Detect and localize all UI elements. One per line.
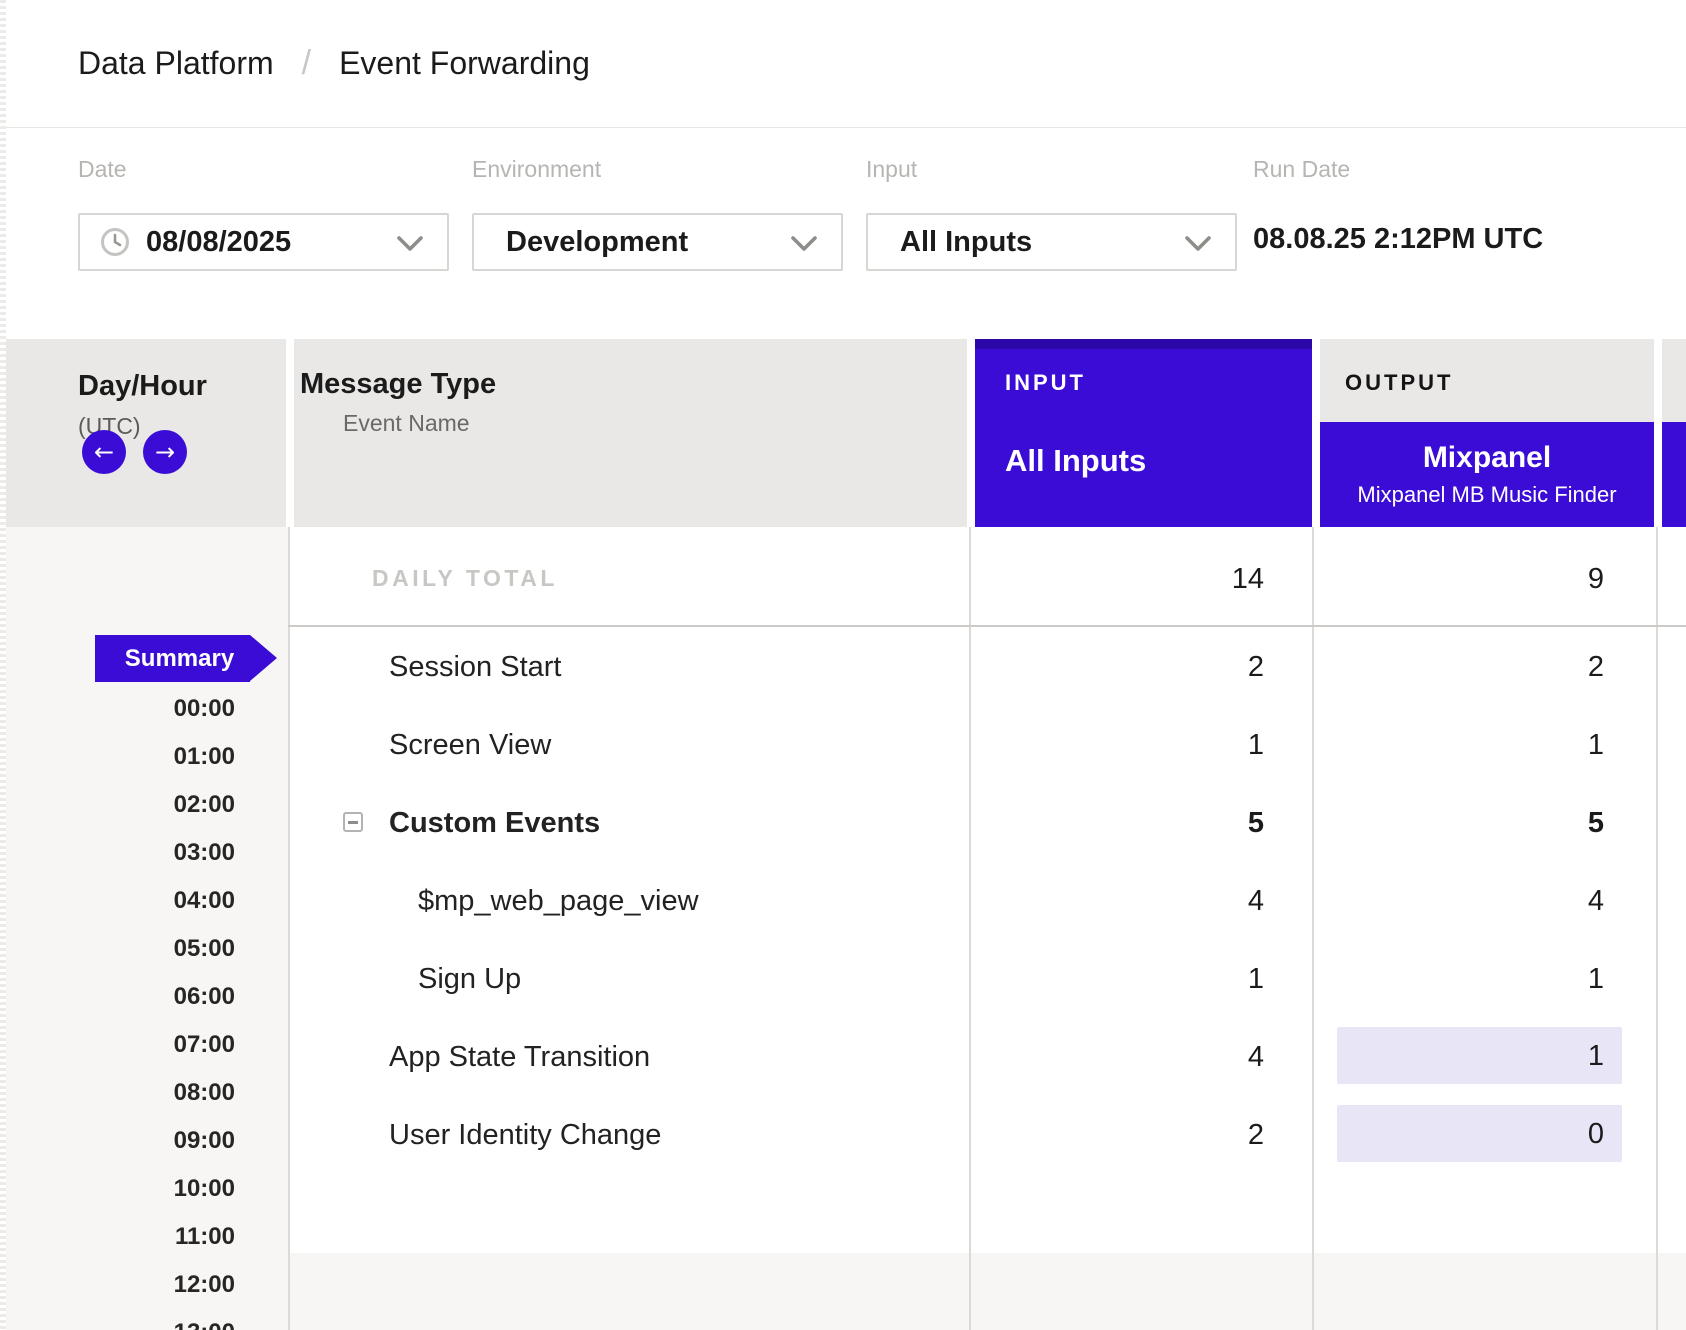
output-count: 0 bbox=[1484, 1118, 1604, 1151]
left-edge-scroll-track bbox=[0, 0, 6, 1330]
input-count: 2 bbox=[1112, 1119, 1264, 1152]
event-forwarding-page: Data Platform / Event Forwarding Date 08… bbox=[0, 0, 1686, 1330]
input-group-label: INPUT bbox=[1005, 370, 1086, 396]
hour-label[interactable]: 03:00 bbox=[0, 839, 235, 867]
input-dropdown[interactable]: All Inputs bbox=[866, 213, 1237, 271]
event-name: Custom Events bbox=[389, 807, 600, 840]
input-column-accent-strip bbox=[975, 339, 1312, 349]
message-type-header: Message Type bbox=[300, 368, 496, 401]
arrow-right-icon: → bbox=[155, 440, 175, 464]
daily-total-row: DAILY TOTAL 14 9 bbox=[288, 527, 1686, 627]
header-gap bbox=[1654, 339, 1662, 527]
output-column-name: Mixpanel bbox=[1423, 441, 1551, 475]
daily-total-output-value: 9 bbox=[1452, 563, 1604, 596]
hour-label[interactable]: 07:00 bbox=[0, 1031, 235, 1059]
highlighted-output-cell[interactable]: 0 bbox=[1337, 1105, 1622, 1162]
chevron-down-icon bbox=[1185, 236, 1211, 252]
header-gap bbox=[286, 339, 294, 527]
output-group-label: OUTPUT bbox=[1345, 370, 1453, 396]
output-count: 1 bbox=[1484, 1040, 1604, 1073]
filter-bar: Date 08/08/2025 Environment Development bbox=[0, 128, 1686, 339]
output-count: 2 bbox=[1452, 651, 1604, 684]
event-name: Session Start bbox=[389, 651, 561, 684]
table-body: DAILY TOTAL 14 9 Session Start 2 2 Scree… bbox=[0, 527, 1686, 1330]
environment-value: Development bbox=[506, 226, 688, 259]
breadcrumb-separator: / bbox=[302, 44, 311, 83]
event-name: User Identity Change bbox=[389, 1119, 661, 1152]
arrow-left-icon: ← bbox=[94, 440, 114, 464]
input-column-name: All Inputs bbox=[1005, 443, 1146, 479]
output-count: 1 bbox=[1452, 963, 1604, 996]
run-date-label: Run Date bbox=[1253, 156, 1350, 183]
next-output-column-partial[interactable] bbox=[1662, 422, 1686, 527]
environment-dropdown[interactable]: Development bbox=[472, 213, 843, 271]
hour-label[interactable]: 05:00 bbox=[0, 935, 235, 963]
hour-label[interactable]: 13:00 bbox=[0, 1319, 235, 1330]
input-filter-label: Input bbox=[866, 156, 917, 183]
chevron-down-icon bbox=[791, 236, 817, 252]
date-value: 08/08/2025 bbox=[146, 226, 291, 259]
day-hour-header: Day/Hour bbox=[78, 370, 207, 403]
hour-label[interactable]: 02:00 bbox=[0, 791, 235, 819]
hour-label[interactable]: 08:00 bbox=[0, 1079, 235, 1107]
header-gap bbox=[1312, 339, 1320, 527]
daily-total-input-value: 14 bbox=[1112, 563, 1264, 596]
environment-filter-label: Environment bbox=[472, 156, 601, 183]
hour-label[interactable]: 00:00 bbox=[0, 695, 235, 723]
event-name-subheader: Event Name bbox=[343, 410, 470, 437]
next-day-button[interactable]: → bbox=[143, 430, 187, 474]
summary-row-marker[interactable]: Summary bbox=[95, 635, 250, 682]
input-count: 5 bbox=[1112, 807, 1264, 840]
table-footer-band bbox=[288, 1253, 1686, 1330]
header-gap bbox=[967, 339, 975, 527]
previous-day-button[interactable]: ← bbox=[82, 430, 126, 474]
hour-label[interactable]: 06:00 bbox=[0, 983, 235, 1011]
date-dropdown[interactable]: 08/08/2025 bbox=[78, 213, 449, 271]
date-filter-label: Date bbox=[78, 156, 127, 183]
summary-marker-arrow bbox=[250, 635, 277, 681]
table-row: Screen View 1 1 bbox=[288, 705, 1686, 783]
run-date-value: 08.08.25 2:12PM UTC bbox=[1253, 223, 1543, 256]
hour-label[interactable]: 09:00 bbox=[0, 1127, 235, 1155]
table-header: Day/Hour (UTC) ← → Message Type Event Na… bbox=[0, 339, 1686, 527]
table-row-custom-events: Custom Events 5 5 bbox=[288, 783, 1686, 861]
summary-label: Summary bbox=[111, 645, 234, 673]
input-column-header[interactable]: INPUT All Inputs bbox=[975, 339, 1312, 527]
page-title: Event Forwarding bbox=[339, 45, 590, 82]
collapse-icon[interactable] bbox=[343, 812, 363, 832]
input-count: 1 bbox=[1112, 963, 1264, 996]
hour-label[interactable]: 11:00 bbox=[0, 1223, 235, 1251]
breadcrumb: Data Platform / Event Forwarding bbox=[0, 0, 1686, 128]
daily-total-label: DAILY TOTAL bbox=[372, 565, 558, 592]
hour-label[interactable]: 04:00 bbox=[0, 887, 235, 915]
input-count: 2 bbox=[1112, 651, 1264, 684]
highlighted-output-cell[interactable]: 1 bbox=[1337, 1027, 1622, 1084]
hour-label[interactable]: 12:00 bbox=[0, 1271, 235, 1299]
chevron-down-icon bbox=[397, 236, 423, 252]
output-column-subtitle: Mixpanel MB Music Finder bbox=[1357, 482, 1616, 508]
table-row: App State Transition 4 1 bbox=[288, 1017, 1686, 1095]
event-name: Screen View bbox=[389, 729, 551, 762]
input-count: 1 bbox=[1112, 729, 1264, 762]
output-count: 1 bbox=[1452, 729, 1604, 762]
hour-label[interactable]: 10:00 bbox=[0, 1175, 235, 1203]
breadcrumb-data-platform[interactable]: Data Platform bbox=[78, 45, 274, 82]
table-row: $mp_web_page_view 4 4 bbox=[288, 861, 1686, 939]
output-count: 4 bbox=[1452, 885, 1604, 918]
input-count: 4 bbox=[1112, 885, 1264, 918]
event-name: App State Transition bbox=[389, 1041, 650, 1074]
table-row: Session Start 2 2 bbox=[288, 627, 1686, 705]
input-value: All Inputs bbox=[900, 226, 1032, 259]
event-name: $mp_web_page_view bbox=[418, 885, 699, 918]
table-row: User Identity Change 2 0 bbox=[288, 1095, 1686, 1173]
clock-icon bbox=[100, 227, 130, 257]
hour-label[interactable]: 01:00 bbox=[0, 743, 235, 771]
event-name: Sign Up bbox=[418, 963, 521, 996]
output-count: 5 bbox=[1452, 807, 1604, 840]
table-row: Sign Up 1 1 bbox=[288, 939, 1686, 1017]
input-count: 4 bbox=[1112, 1041, 1264, 1074]
output-column-header[interactable]: Mixpanel Mixpanel MB Music Finder bbox=[1320, 422, 1654, 527]
